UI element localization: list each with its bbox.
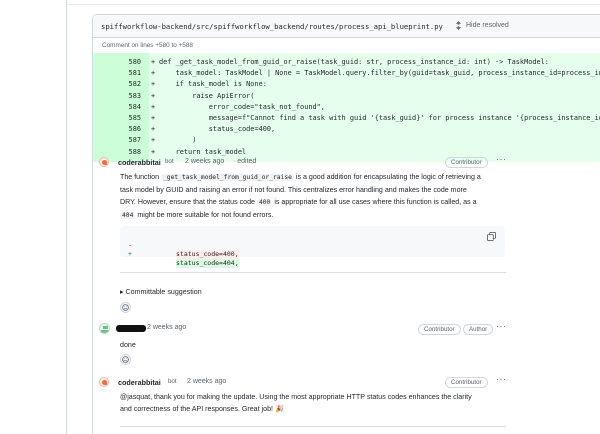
code-text: raise ApiError( (159, 91, 255, 100)
line-number[interactable]: 583 (107, 91, 141, 102)
committable-suggestion-label: Committable suggestion (125, 288, 202, 296)
code-text: message=f"Cannot find a task with guid '… (159, 114, 600, 122)
comment-timestamp[interactable]: 2 weeks ago (185, 158, 224, 165)
diff-sign: + (151, 58, 156, 66)
edited-indicator[interactable]: · edited (233, 158, 256, 165)
code-text: ) (159, 136, 197, 145)
diff-hunk: 580 + def _get_task_model_from_guid_or_rai… (93, 53, 600, 162)
diff-line: 580 + def _get_task_model_from_guid_or_rai… (93, 57, 600, 68)
add-reaction-button[interactable] (120, 302, 131, 313)
code-text: if task_model is None: (159, 80, 267, 89)
line-number[interactable]: 588 (107, 147, 141, 158)
smiley-icon (122, 356, 129, 363)
copy-icon[interactable] (487, 232, 496, 241)
suggestion-added-line: + status_code=404, (128, 250, 239, 268)
divider (66, 4, 600, 5)
add-reaction-button[interactable] (120, 354, 131, 365)
kebab-horizontal-icon[interactable]: ··· (496, 321, 507, 331)
line-number[interactable]: 587 (107, 135, 141, 146)
code-text: return task_model (159, 147, 247, 156)
comment-range-label: Comment on lines +580 to +588 (102, 42, 193, 49)
diff-line: 583 + raise ApiError( (93, 91, 600, 102)
kebab-horizontal-icon[interactable]: ··· (496, 374, 507, 384)
hide-resolved-button[interactable]: Hide resolved (455, 21, 509, 30)
inline-code: 400 (256, 199, 273, 206)
line-number[interactable]: 586 (107, 124, 141, 135)
timeline-rail (66, 0, 67, 434)
inline-code: _get_task_model_from_guid_or_raise (161, 174, 294, 181)
diff-sign: + (151, 147, 156, 156)
bot-label: bot (165, 158, 174, 165)
diff-sign: + (151, 125, 156, 134)
diff-line: 588 + return task_model (93, 147, 600, 158)
contributor-badge: Contributor (445, 157, 488, 168)
comment-body: done (120, 341, 136, 349)
file-header: spiffworkflow-backend/src/spiffworkflow_… (93, 15, 600, 38)
comment-body: @jasquat, thank you for making the updat… (120, 393, 472, 413)
avatar[interactable] (99, 323, 110, 334)
code-text: task_model: TaskModel | None = TaskModel… (175, 69, 600, 78)
diff-line: 585 + message=f"Cannot find a task with g… (93, 113, 600, 124)
diff-sign: + (151, 136, 156, 145)
contributor-badge: Contributor (445, 377, 488, 388)
bot-label: bot (168, 378, 177, 385)
diff-line: 581 + task_model: TaskModel | None = Task… (93, 68, 600, 79)
unfold-icon (455, 21, 462, 30)
line-number[interactable]: 585 (107, 113, 141, 124)
suggestion-block: - status_code=400, + status_code=404, (120, 226, 505, 268)
line-number[interactable]: 584 (107, 102, 141, 113)
code-text: error_code="task_not_found", (159, 102, 325, 111)
redacted-author-name (116, 325, 146, 332)
file-path-link[interactable]: spiffworkflow-backend/src/spiffworkflow_… (101, 22, 443, 31)
comment-timestamp[interactable]: 2 weeks ago (187, 378, 226, 385)
contributor-badge: Contributor (418, 324, 461, 335)
diff-sign: + (151, 80, 156, 89)
avatar[interactable] (99, 377, 109, 387)
review-thread-card: spiffworkflow-backend/src/spiffworkflow_… (92, 14, 600, 434)
diff-sign: + (151, 102, 156, 111)
comment-author[interactable]: coderabbitai (118, 158, 161, 167)
code-text: def _get_task_model_from_guid_or_raise(t… (159, 58, 549, 66)
comment-body: The function _get_task_model_from_guid_o… (120, 173, 481, 219)
diff-line: 586 + status_code=400, (93, 124, 600, 135)
diff-sign: + (151, 114, 156, 122)
committable-suggestion-toggle[interactable]: ▸ Committable suggestion (120, 287, 202, 296)
divider (120, 426, 506, 427)
comment-author[interactable]: coderabbitai (118, 378, 161, 387)
line-number[interactable]: 580 (107, 57, 141, 68)
diff-line: 584 + error_code="task_not_found", (93, 102, 600, 113)
suggestion-deleted-line: - status_code=400, (128, 241, 239, 259)
diff-line: 582 + if task_model is None: (93, 79, 600, 90)
diff-sign: + (151, 91, 156, 100)
code-text: status_code=400, (159, 125, 276, 134)
smiley-icon (122, 304, 129, 311)
diff-line: 587 + ) (93, 135, 600, 146)
inline-code: 404 (120, 212, 136, 219)
line-number[interactable]: 581 (107, 68, 141, 79)
kebab-horizontal-icon[interactable]: ··· (496, 154, 507, 164)
author-badge: Author (463, 324, 494, 335)
caret-right-icon: ▸ (120, 288, 124, 296)
divider (120, 272, 506, 273)
avatar[interactable] (99, 157, 109, 167)
line-number[interactable]: 582 (107, 79, 141, 90)
comment-timestamp[interactable]: 2 weeks ago (147, 324, 186, 331)
diff-sign: + (151, 69, 156, 78)
hide-resolved-label: Hide resolved (466, 22, 509, 29)
